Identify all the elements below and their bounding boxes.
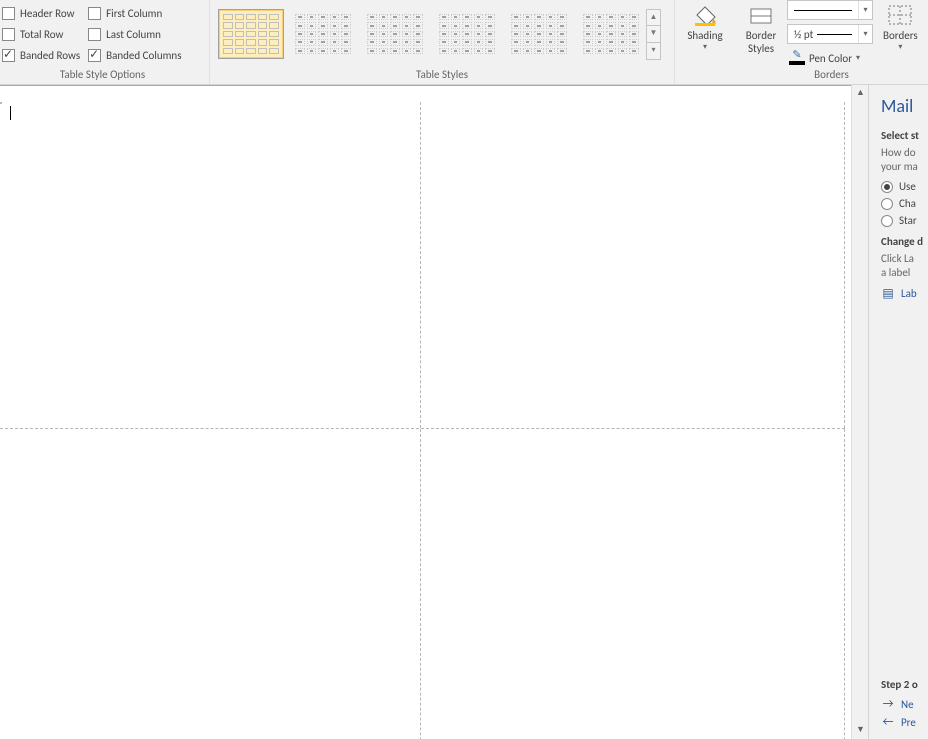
shading-label: Shading — [687, 29, 722, 42]
group-table-styles: ▲ ▼ ▾ Table Styles — [210, 0, 675, 84]
chevron-down-icon: ▾ — [898, 42, 902, 52]
radio-use-current[interactable]: Use — [881, 180, 928, 193]
line-preview — [817, 34, 852, 35]
borders-button[interactable]: Borders ▾ — [877, 1, 924, 67]
checkbox-last-column[interactable] — [88, 28, 101, 41]
gallery-more[interactable]: ▾ — [646, 43, 661, 60]
radio-label: Star — [899, 214, 917, 227]
radio-input-change[interactable] — [881, 198, 893, 210]
table-style-thumb-2[interactable] — [290, 9, 356, 59]
chk-label: Banded Columns — [106, 49, 181, 62]
document-area[interactable] — [0, 85, 851, 739]
mail-merge-taskpane: Mail Select st How do your ma Use Cha St… — [868, 85, 928, 739]
chk-banded-rows[interactable]: Banded Rows — [0, 45, 86, 66]
radio-label: Use — [899, 180, 916, 193]
pen-color-icon: ✎ — [789, 51, 805, 65]
line-preview — [794, 10, 852, 11]
chk-label: Header Row — [20, 7, 75, 20]
border-styles-icon — [745, 3, 777, 27]
chk-total-row[interactable]: Total Row — [0, 24, 86, 45]
border-styles-label: Border Styles — [746, 29, 777, 55]
pen-color-label: Pen Color — [809, 52, 852, 65]
arrow-right-icon: → — [881, 697, 895, 711]
line-style-combo[interactable]: ▾ — [787, 0, 873, 20]
scroll-up-button[interactable]: ▲ — [852, 85, 869, 102]
borders-icon — [884, 3, 916, 27]
document-page — [0, 102, 845, 739]
group-label: Table Styles — [210, 68, 674, 84]
paint-bucket-icon — [689, 3, 721, 27]
tp-change-heading: Change d — [881, 235, 928, 248]
radio-start-from[interactable]: Star — [881, 214, 928, 227]
group-table-style-options: Header Row Total Row Banded Rows First C… — [0, 0, 210, 84]
group-borders: Border Styles ▾ ½ pt ▾ ✎ Pen Color ▾ — [735, 0, 928, 84]
chk-banded-columns[interactable]: Banded Columns — [86, 45, 187, 66]
arrow-left-icon: ← — [881, 715, 895, 729]
chk-last-column[interactable]: Last Column — [86, 24, 187, 45]
link-text: Ne — [901, 698, 914, 711]
checkbox-banded-rows[interactable] — [2, 49, 15, 62]
workspace: ▲ ▼ — [0, 85, 868, 739]
label-options-link[interactable]: ▤ Lab — [881, 286, 928, 300]
tp-select-heading: Select st — [881, 129, 928, 142]
chevron-down-icon[interactable]: ▾ — [858, 1, 872, 19]
chk-label: First Column — [106, 7, 162, 20]
text-cursor — [10, 106, 11, 120]
chevron-down-icon[interactable]: ▾ — [858, 25, 872, 43]
tp-help-text: How do your ma — [881, 146, 928, 174]
gallery-scroll-down[interactable]: ▼ — [646, 26, 661, 43]
step-indicator: Step 2 o — [881, 678, 928, 691]
table-styles-gallery — [218, 9, 644, 59]
wizard-next-link[interactable]: → Ne — [881, 697, 928, 711]
label-icon: ▤ — [881, 286, 895, 300]
radio-input-start[interactable] — [881, 215, 893, 227]
chk-first-column[interactable]: First Column — [86, 3, 187, 24]
label-grid — [0, 102, 845, 739]
table-style-thumb-5[interactable] — [506, 9, 572, 59]
line-weight-combo[interactable]: ½ pt ▾ — [787, 24, 873, 44]
line-weight-value: ½ pt — [794, 28, 813, 41]
chk-header-row[interactable]: Header Row — [0, 3, 86, 24]
table-style-thumb-3[interactable] — [362, 9, 428, 59]
shading-button[interactable]: Shading ▾ — [681, 1, 728, 67]
wizard-prev-link[interactable]: ← Pre — [881, 715, 928, 729]
chk-label: Total Row — [20, 28, 63, 41]
group-label: Table Style Options — [0, 68, 205, 84]
scroll-down-button[interactable]: ▼ — [852, 722, 869, 739]
radio-label: Cha — [899, 197, 916, 210]
checkbox-total-row[interactable] — [2, 28, 15, 41]
radio-change-layout[interactable]: Cha — [881, 197, 928, 210]
pen-color-button[interactable]: ✎ Pen Color ▾ — [787, 48, 873, 68]
link-text: Lab — [901, 287, 917, 300]
ribbon: Header Row Total Row Banded Rows First C… — [0, 0, 928, 85]
borders-label: Borders — [883, 29, 918, 42]
chevron-down-icon: ▾ — [856, 53, 860, 63]
gallery-scroll: ▲ ▼ ▾ — [646, 9, 661, 60]
tp-change-help: Click La a label — [881, 252, 928, 280]
table-style-thumb-1[interactable] — [218, 9, 284, 59]
vertical-scrollbar[interactable]: ▲ ▼ — [851, 85, 868, 739]
chevron-down-icon: ▾ — [703, 42, 707, 52]
group-label: Borders — [735, 68, 928, 84]
chk-label: Banded Rows — [20, 49, 80, 62]
checkbox-banded-columns[interactable] — [88, 49, 101, 62]
border-styles-button[interactable]: Border Styles — [739, 1, 783, 67]
group-shading: Shading ▾ — [675, 0, 735, 84]
table-style-thumb-4[interactable] — [434, 9, 500, 59]
link-text: Pre — [901, 716, 916, 729]
checkbox-first-column[interactable] — [88, 7, 101, 20]
radio-input-use[interactable] — [881, 181, 893, 193]
taskpane-title: Mail — [881, 95, 928, 117]
checkbox-header-row[interactable] — [2, 7, 15, 20]
chk-label: Last Column — [106, 28, 161, 41]
gallery-scroll-up[interactable]: ▲ — [646, 9, 661, 26]
table-style-thumb-6[interactable] — [578, 9, 644, 59]
